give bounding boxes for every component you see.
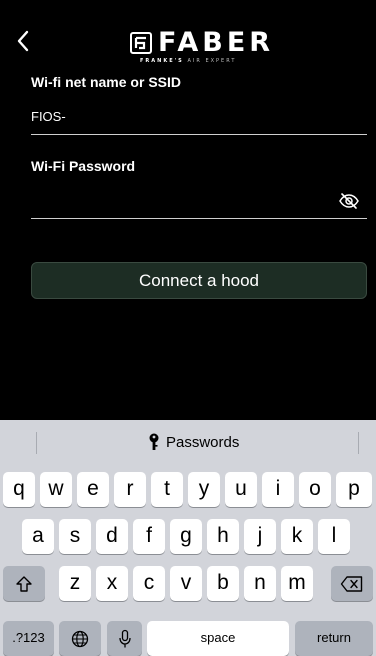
- logo-tagline-rest: AIR EXPERT: [187, 58, 237, 64]
- numbers-key[interactable]: .?123: [3, 621, 54, 656]
- key-o[interactable]: o: [299, 472, 331, 507]
- password-input[interactable]: [31, 186, 367, 219]
- passwords-suggestion[interactable]: Passwords: [148, 430, 239, 454]
- delete-key[interactable]: [331, 566, 373, 601]
- key-a[interactable]: a: [22, 519, 54, 554]
- faber-logo: FABER FRANKE'S AIR EXPERT: [130, 28, 270, 68]
- onscreen-keyboard: Passwords q w e r t y u i o p a s d f g …: [0, 420, 376, 656]
- key-h[interactable]: h: [207, 519, 239, 554]
- key-l[interactable]: l: [318, 519, 350, 554]
- key-s[interactable]: s: [59, 519, 91, 554]
- microphone-icon: [118, 629, 131, 647]
- ssid-input[interactable]: FIOS-: [31, 104, 367, 135]
- key-e[interactable]: e: [77, 472, 109, 507]
- chevron-left-icon: [17, 30, 29, 52]
- key-d[interactable]: d: [96, 519, 128, 554]
- suggestion-divider: [36, 432, 37, 454]
- key-c[interactable]: c: [133, 566, 165, 601]
- toggle-password-visibility-button[interactable]: [338, 191, 360, 211]
- key-icon: [149, 433, 159, 450]
- key-g[interactable]: g: [170, 519, 202, 554]
- eye-slash-icon: [339, 193, 359, 209]
- shift-icon: [16, 575, 32, 592]
- logo-wordmark: FABER: [158, 27, 275, 58]
- password-label: Wi-Fi Password: [31, 158, 136, 174]
- key-i[interactable]: i: [262, 472, 294, 507]
- key-j[interactable]: j: [244, 519, 276, 554]
- suggestion-divider: [358, 432, 359, 454]
- ssid-label: Wi-fi net name or SSID: [31, 74, 182, 90]
- backspace-icon: [340, 575, 363, 592]
- connect-hood-button[interactable]: Connect a hood: [31, 262, 367, 299]
- key-b[interactable]: b: [207, 566, 239, 601]
- key-p[interactable]: p: [336, 472, 372, 507]
- wifi-setup-screen: FABER FRANKE'S AIR EXPERT Wi-fi net name…: [0, 0, 376, 656]
- key-r[interactable]: r: [114, 472, 146, 507]
- shift-key[interactable]: [3, 566, 45, 601]
- key-q[interactable]: q: [3, 472, 35, 507]
- key-x[interactable]: x: [96, 566, 128, 601]
- key-u[interactable]: u: [225, 472, 257, 507]
- return-key[interactable]: return: [295, 621, 373, 656]
- key-m[interactable]: m: [281, 566, 313, 601]
- logo-tagline: FRANKE'S AIR EXPERT: [140, 58, 236, 64]
- globe-icon: [71, 630, 89, 647]
- space-key[interactable]: space: [147, 621, 289, 656]
- keyboard-suggestion-bar: Passwords: [0, 420, 376, 464]
- key-v[interactable]: v: [170, 566, 202, 601]
- microphone-key[interactable]: [107, 621, 142, 656]
- key-f[interactable]: f: [133, 519, 165, 554]
- key-k[interactable]: k: [281, 519, 313, 554]
- globe-key[interactable]: [59, 621, 101, 656]
- key-w[interactable]: w: [40, 472, 72, 507]
- key-t[interactable]: t: [151, 472, 183, 507]
- back-button[interactable]: [16, 30, 40, 58]
- faber-logo-mark: [130, 32, 152, 54]
- key-z[interactable]: z: [59, 566, 91, 601]
- key-n[interactable]: n: [244, 566, 276, 601]
- logo-tagline-bold: FRANKE'S: [140, 58, 184, 64]
- passwords-label: Passwords: [166, 433, 240, 451]
- key-y[interactable]: y: [188, 472, 220, 507]
